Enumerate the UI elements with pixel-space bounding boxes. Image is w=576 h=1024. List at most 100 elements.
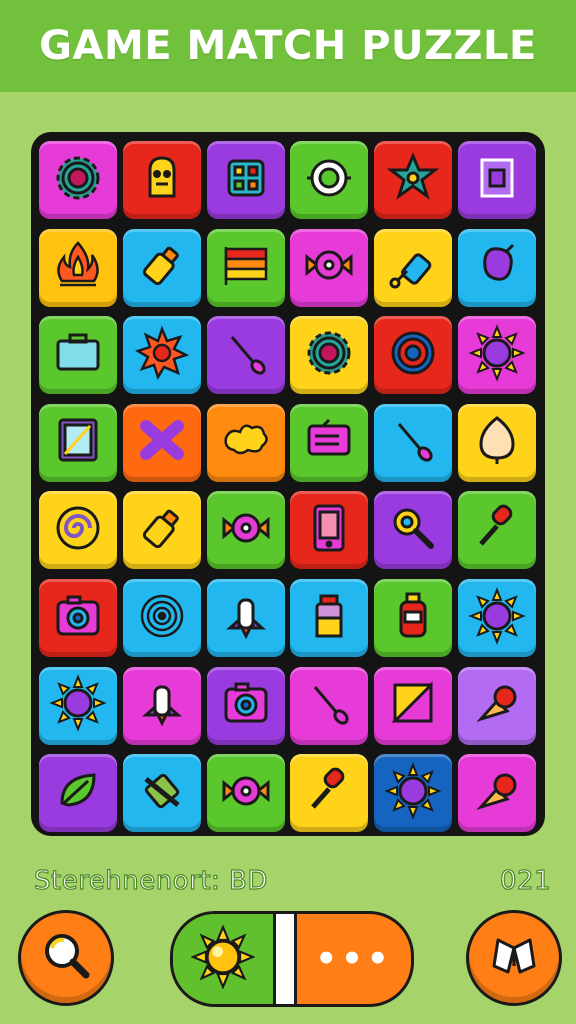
tile-r1-c3[interactable] <box>206 141 285 219</box>
magnifier-icon <box>36 926 96 991</box>
tile-r3-c4[interactable] <box>290 316 369 395</box>
donut-icon <box>383 323 443 388</box>
splat-icon <box>216 410 276 475</box>
tile-r1-c5[interactable] <box>374 141 453 219</box>
tile-r5-c4[interactable] <box>290 491 369 570</box>
tile-r3-c3[interactable] <box>206 316 285 395</box>
sun-icon <box>383 761 443 826</box>
tile-r6-c6[interactable] <box>458 579 536 657</box>
gear-icon <box>48 148 108 213</box>
tile-r5-c1[interactable] <box>39 491 117 570</box>
camera-icon <box>216 673 276 738</box>
search-button[interactable] <box>18 910 114 1006</box>
face-icon <box>132 148 192 213</box>
tile-r7-c5[interactable] <box>374 666 453 745</box>
rocket-icon <box>216 586 276 651</box>
phone-icon <box>299 498 359 563</box>
tablet-icon <box>48 410 108 475</box>
tile-r6-c5[interactable] <box>374 579 453 657</box>
tile-r4-c3[interactable] <box>206 403 285 482</box>
sun-icon <box>467 323 527 388</box>
candy-icon <box>216 761 276 826</box>
camera-icon <box>48 586 108 651</box>
dice-icon <box>216 148 276 213</box>
tile-r5-c2[interactable] <box>122 491 201 570</box>
more-dots: ••• <box>315 939 393 979</box>
tile-r4-c5[interactable] <box>374 403 453 482</box>
cone-icon <box>467 761 527 826</box>
dropper-icon <box>299 761 359 826</box>
game-board <box>31 132 545 836</box>
tile-r7-c2[interactable] <box>122 666 201 745</box>
sun-icon <box>467 586 527 651</box>
tile-r5-c3[interactable] <box>206 491 285 570</box>
tile-r7-c3[interactable] <box>206 666 285 745</box>
tile-r6-c3[interactable] <box>206 579 285 657</box>
sun-icon <box>48 673 108 738</box>
shuffle-icon <box>484 926 544 991</box>
tile-r3-c1[interactable] <box>39 316 117 395</box>
bar-divider <box>273 914 297 1004</box>
tile-r2-c2[interactable] <box>122 228 201 307</box>
tile-r3-c6[interactable] <box>458 316 536 395</box>
tile-r8-c3[interactable] <box>206 754 285 833</box>
ring-icon <box>299 148 359 213</box>
jar-icon <box>299 586 359 651</box>
shuffle-button[interactable] <box>466 910 562 1006</box>
tile-r8-c4[interactable] <box>290 754 369 833</box>
tile-r8-c6[interactable] <box>458 754 536 833</box>
more-button[interactable]: ••• <box>297 914 411 1004</box>
swirl-icon <box>48 498 108 563</box>
leaf-icon <box>48 761 108 826</box>
tile-r2-c5[interactable] <box>374 228 453 307</box>
tile-r8-c1[interactable] <box>39 754 117 833</box>
tile-r4-c6[interactable] <box>458 403 536 482</box>
tile-r5-c5[interactable] <box>374 491 453 570</box>
note-icon <box>383 673 443 738</box>
tile-r2-c4[interactable] <box>290 228 369 307</box>
sun-powerup-button[interactable] <box>173 914 273 1004</box>
tile-r5-c6[interactable] <box>458 491 536 570</box>
potion-icon <box>383 586 443 651</box>
cross-icon <box>132 410 192 475</box>
tile-r2-c6[interactable] <box>458 228 536 307</box>
score-counter: 021 <box>499 865 552 896</box>
spoon-icon <box>383 410 443 475</box>
tile-r2-c1[interactable] <box>39 228 117 307</box>
tile-r8-c5[interactable] <box>374 754 453 833</box>
spoon-icon <box>299 673 359 738</box>
tile-r3-c5[interactable] <box>374 316 453 395</box>
tile-r1-c2[interactable] <box>122 141 201 219</box>
shell-icon <box>467 410 527 475</box>
tile-r4-c2[interactable] <box>122 403 201 482</box>
tile-r8-c2[interactable] <box>122 754 201 833</box>
tile-r7-c6[interactable] <box>458 666 536 745</box>
star-icon <box>383 148 443 213</box>
tile-r6-c4[interactable] <box>290 579 369 657</box>
tile-r1-c6[interactable] <box>458 141 536 219</box>
radio-icon <box>299 410 359 475</box>
tile-r4-c1[interactable] <box>39 403 117 482</box>
candy-icon <box>299 235 359 300</box>
key-icon <box>383 235 443 300</box>
frame-icon <box>467 148 527 213</box>
cone-icon <box>467 673 527 738</box>
flag-icon <box>216 235 276 300</box>
tile-r7-c1[interactable] <box>39 666 117 745</box>
magnifier-icon <box>383 498 443 563</box>
briefcase-icon <box>48 323 108 388</box>
tile-r1-c4[interactable] <box>290 141 369 219</box>
battery-icon <box>132 761 192 826</box>
tile-r2-c3[interactable] <box>206 228 285 307</box>
tile-r6-c2[interactable] <box>122 579 201 657</box>
spoon-icon <box>216 323 276 388</box>
status-label: Sterehnenort: BD <box>33 865 268 896</box>
tile-r6-c1[interactable] <box>39 579 117 657</box>
tile-r1-c1[interactable] <box>39 141 117 219</box>
tile-r7-c4[interactable] <box>290 666 369 745</box>
tile-r4-c4[interactable] <box>290 403 369 482</box>
header-bar: GAME MATCH PUZZLE <box>0 0 576 92</box>
bottle-icon <box>132 235 192 300</box>
tile-r3-c2[interactable] <box>122 316 201 395</box>
dropper-icon <box>467 498 527 563</box>
